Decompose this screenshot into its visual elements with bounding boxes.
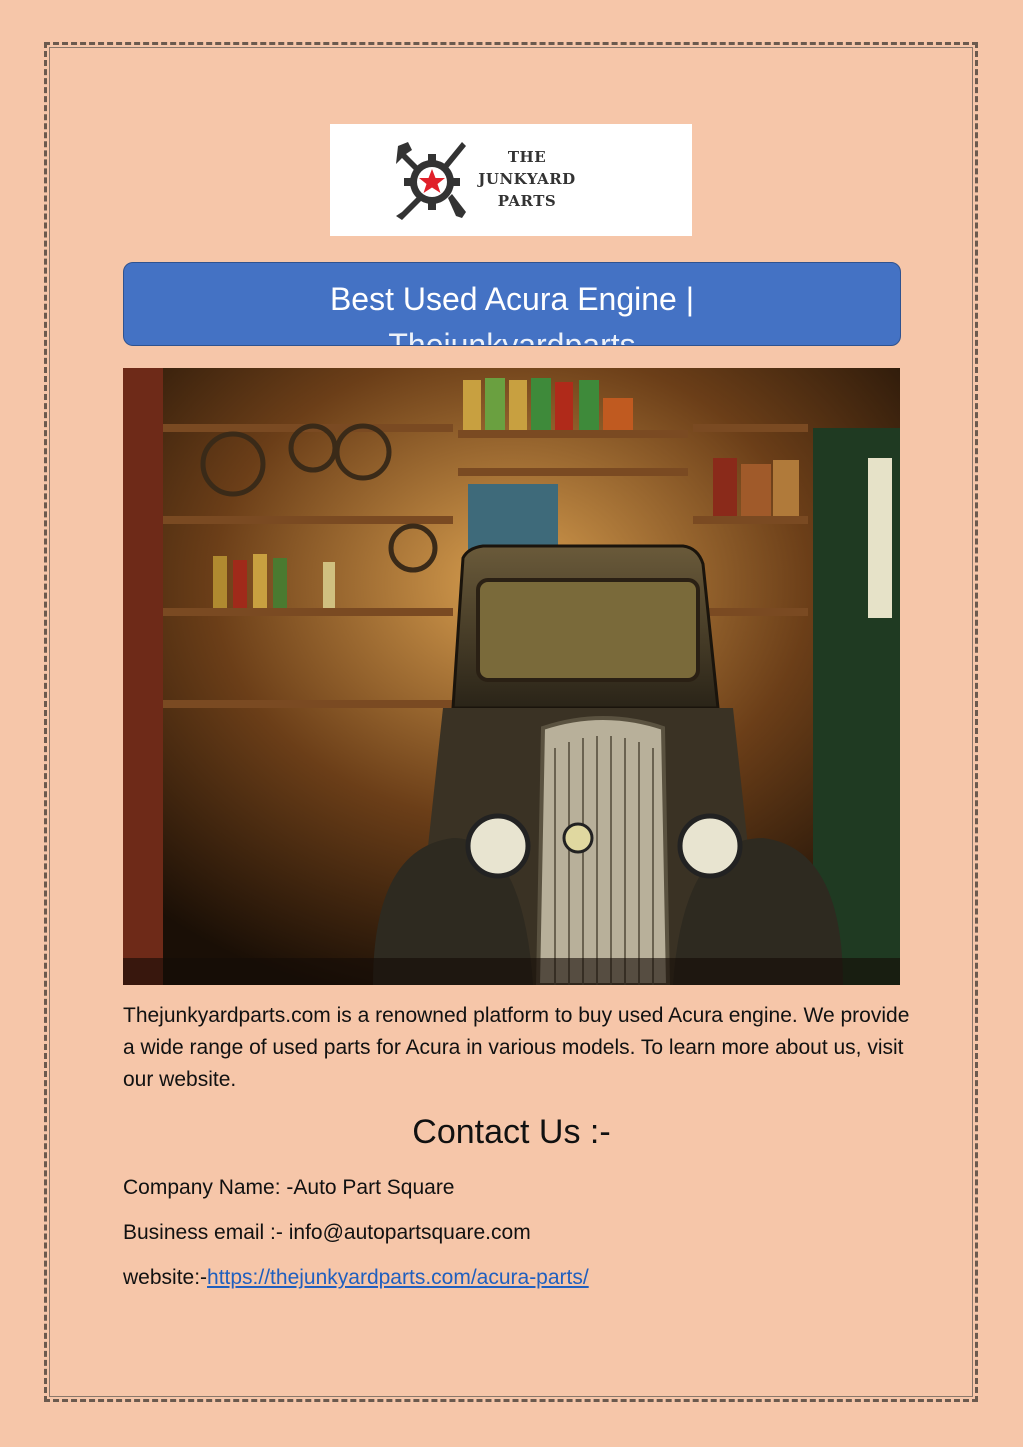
company-name-label: Company Name: -: [123, 1176, 294, 1199]
business-email-line: Business email :- info@autopartsquare.co…: [123, 1218, 531, 1248]
company-name-value: Auto Part Square: [293, 1176, 455, 1199]
business-email-label: Business email :-: [123, 1221, 289, 1244]
wrench-gear-star-icon: [396, 142, 466, 220]
logo-line-parts: PARTS: [497, 192, 557, 210]
logo-line-the: THE: [507, 148, 547, 166]
website-label: website:-: [123, 1266, 208, 1289]
description: Thejunkyardparts.com is a renowned platf…: [123, 1004, 910, 1091]
contact-heading: Contact Us :-: [412, 1113, 611, 1151]
business-email-value: info@autopartsquare.com: [288, 1221, 531, 1244]
logo: THE JUNKYARD PARTS: [330, 124, 692, 236]
website-line: website:-https://thejunkyardparts.com/ac…: [123, 1263, 589, 1293]
vintage-car-garage-photo: [123, 368, 900, 985]
title-banner: Best Used Acura Engine | Thejunkyardpart…: [123, 262, 901, 346]
logo-line-junkyard: JUNKYARD: [478, 170, 576, 188]
website-link[interactable]: https://thejunkyardparts.com/acura-parts…: [207, 1266, 589, 1289]
hero-image: [123, 368, 900, 985]
company-name-line: Company Name: -Auto Part Square: [123, 1173, 455, 1203]
page-title: Best Used Acura Engine |: [329, 281, 695, 317]
page-title-overflow: Thejunkyardparts: [388, 327, 636, 346]
logo-text: THE JUNKYARD PARTS: [472, 146, 582, 212]
